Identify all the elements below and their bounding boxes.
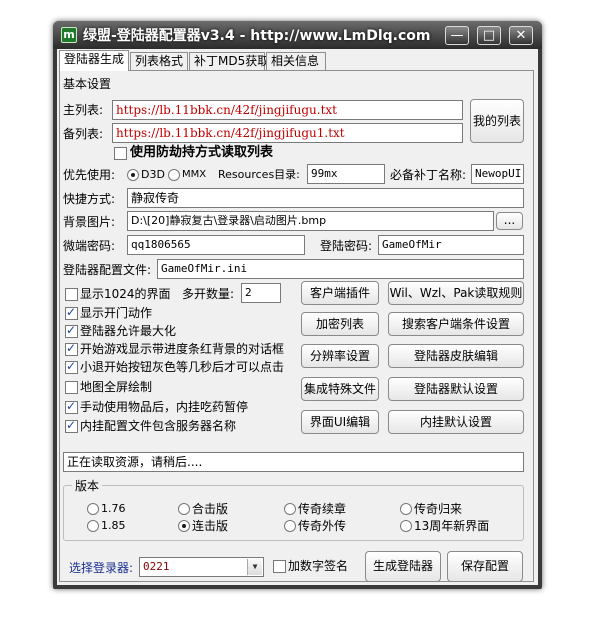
browse-button[interactable]: ... xyxy=(496,212,523,230)
resources-input[interactable]: 99mx xyxy=(307,164,385,184)
close-button[interactable]: ✕ xyxy=(509,26,533,45)
select-launcher-value: 0221 xyxy=(143,560,170,573)
title-bar[interactable]: m 绿盟-登陆器配置器v3.4 - http://www.LmDlq.com —… xyxy=(53,21,542,49)
version-chain-radio[interactable] xyxy=(178,520,190,532)
version-chain-label: 连击版 xyxy=(192,519,229,533)
version-group-label: 版本 xyxy=(72,478,103,494)
version-1-85-label: 1.85 xyxy=(101,519,126,532)
select-launcher-label: 选择登录器: xyxy=(69,561,134,575)
maximize-button[interactable]: □ xyxy=(477,26,501,45)
login-password-label: 登陆密码: xyxy=(320,239,373,253)
progress-dialog-checkbox[interactable] xyxy=(65,341,78,356)
plugin-server-label: 内挂配置文件包含服务器名称 xyxy=(80,419,237,433)
shortcut-input[interactable]: 静寂传奇 xyxy=(127,188,524,208)
multi-open-label: 多开数量: xyxy=(182,287,235,301)
version-combo-label: 合击版 xyxy=(192,502,229,516)
version-side-radio[interactable] xyxy=(284,520,296,532)
manual-pause-checkbox[interactable] xyxy=(65,399,78,414)
status-text: 正在读取资源，请稍后.... xyxy=(63,452,524,472)
add-signature-label: 加数字签名 xyxy=(288,559,349,573)
integrate-files-button[interactable]: 集成特殊文件 xyxy=(301,377,379,401)
patch-name-input[interactable]: NewopUI xyxy=(471,164,524,184)
resources-label: Resources目录: xyxy=(218,168,300,181)
mmx-radio[interactable] xyxy=(168,169,180,181)
my-list-button[interactable]: 我的列表 xyxy=(470,99,524,143)
anti-hijack-checkbox[interactable] xyxy=(114,147,127,160)
basic-settings-label: 基本设置 xyxy=(63,77,112,91)
multi-open-input[interactable]: 2 xyxy=(241,283,281,303)
progress-dialog-label: 开始游戏显示带进度条红背景的对话框 xyxy=(80,342,285,356)
plugin-server-checkbox[interactable] xyxy=(65,418,78,433)
map-fullscreen-checkbox[interactable] xyxy=(65,381,78,394)
tab-generator[interactable]: 登陆器生成 xyxy=(59,50,129,71)
show-1024-label: 显示1024的界面 xyxy=(80,287,171,301)
version-13th-radio[interactable] xyxy=(400,520,412,532)
show-open-anim-checkbox[interactable] xyxy=(65,305,78,320)
allow-maximize-checkbox[interactable] xyxy=(65,323,78,338)
micro-password-input[interactable]: qq1806565 xyxy=(127,235,305,255)
chevron-down-icon[interactable]: ▼ xyxy=(247,559,262,575)
backup-list-label: 备列表: xyxy=(63,127,104,141)
version-1-85-radio[interactable] xyxy=(87,520,99,532)
main-list-input[interactable]: https://lb.11bbk.cn/42f/jingjifugu.txt xyxy=(112,100,463,120)
window-title: 绿盟-登陆器配置器v3.4 - http://www.LmDlq.com xyxy=(83,28,431,44)
tab-about[interactable]: 相关信息 xyxy=(266,52,326,70)
search-client-button[interactable]: 搜索客户端条件设置 xyxy=(388,312,524,336)
login-password-input[interactable]: GameOfMir xyxy=(378,235,524,255)
window-client-area: 登陆器生成 列表格式 补丁MD5获取 相关信息 基本设置 主列表: https:… xyxy=(57,49,538,585)
app-logo-icon: m xyxy=(61,27,77,43)
d3d-radio[interactable] xyxy=(127,169,139,181)
version-return-radio[interactable] xyxy=(400,503,412,515)
version-return-label: 传奇归来 xyxy=(414,502,463,516)
map-fullscreen-label: 地图全屏绘制 xyxy=(80,380,153,394)
version-sequel-label: 传奇续章 xyxy=(298,502,347,516)
mmx-label: MMX xyxy=(182,169,207,180)
wil-rule-button[interactable]: Wil、Wzl、Pak读取规则 xyxy=(388,281,524,305)
ui-edit-button[interactable]: 界面UI编辑 xyxy=(301,410,379,434)
resolution-button[interactable]: 分辨率设置 xyxy=(301,344,379,368)
bg-image-input[interactable]: D:\[20]静寂复古\登录器\启动图片.bmp xyxy=(127,211,494,231)
encrypt-list-button[interactable]: 加密列表 xyxy=(301,312,379,336)
version-combo-radio[interactable] xyxy=(178,503,190,515)
version-13th-label: 13周年新界面 xyxy=(414,519,490,533)
version-1-76-label: 1.76 xyxy=(101,502,126,515)
default-settings-button[interactable]: 登陆器默认设置 xyxy=(388,377,524,401)
tab-patch-md5[interactable]: 补丁MD5获取 xyxy=(189,52,269,70)
version-side-label: 传奇外传 xyxy=(298,519,347,533)
manual-pause-label: 手动使用物品后，内挂吃药暂停 xyxy=(80,400,249,414)
patch-name-label: 必备补丁名称: xyxy=(390,168,467,182)
generate-launcher-button[interactable]: 生成登陆器 xyxy=(365,551,441,582)
shortcut-label: 快捷方式: xyxy=(63,192,116,206)
client-plugin-button[interactable]: 客户端插件 xyxy=(301,281,379,305)
main-list-label: 主列表: xyxy=(63,103,104,117)
config-file-input[interactable]: GameOfMir.ini xyxy=(157,259,524,279)
plugin-default-button[interactable]: 内挂默认设置 xyxy=(388,410,524,434)
allow-maximize-label: 登陆器允许最大化 xyxy=(80,324,177,338)
bg-image-label: 背景图片: xyxy=(63,215,116,229)
grey-wait-label: 小退开始按钮灰色等几秒后才可以点击 xyxy=(80,360,285,374)
app-window: m 绿盟-登陆器配置器v3.4 - http://www.LmDlq.com —… xyxy=(53,21,542,589)
show-1024-checkbox[interactable] xyxy=(65,288,78,301)
save-config-button[interactable]: 保存配置 xyxy=(447,551,523,582)
tab-list-format[interactable]: 列表格式 xyxy=(130,52,188,70)
show-open-anim-label: 显示开门动作 xyxy=(80,306,153,320)
skin-edit-button[interactable]: 登陆器皮肤编辑 xyxy=(388,344,524,368)
micro-password-label: 微端密码: xyxy=(63,239,116,253)
version-1-76-radio[interactable] xyxy=(87,503,99,515)
add-signature-checkbox[interactable] xyxy=(273,560,286,573)
priority-label: 优先使用: xyxy=(63,168,116,182)
select-launcher-dropdown[interactable]: 0221 ▼ xyxy=(139,557,264,577)
backup-list-input[interactable]: https://lb.11bbk.cn/42f/jingjifugu1.txt xyxy=(112,123,463,143)
config-file-label: 登陆器配置文件: xyxy=(63,263,152,277)
generator-panel: 基本设置 主列表: https://lb.11bbk.cn/42f/jingji… xyxy=(59,70,534,582)
d3d-label: D3D xyxy=(141,168,165,181)
grey-wait-checkbox[interactable] xyxy=(65,359,78,374)
anti-hijack-label: 使用防劫持方式读取列表 xyxy=(130,145,274,160)
minimize-button[interactable]: — xyxy=(445,26,469,45)
version-sequel-radio[interactable] xyxy=(284,503,296,515)
